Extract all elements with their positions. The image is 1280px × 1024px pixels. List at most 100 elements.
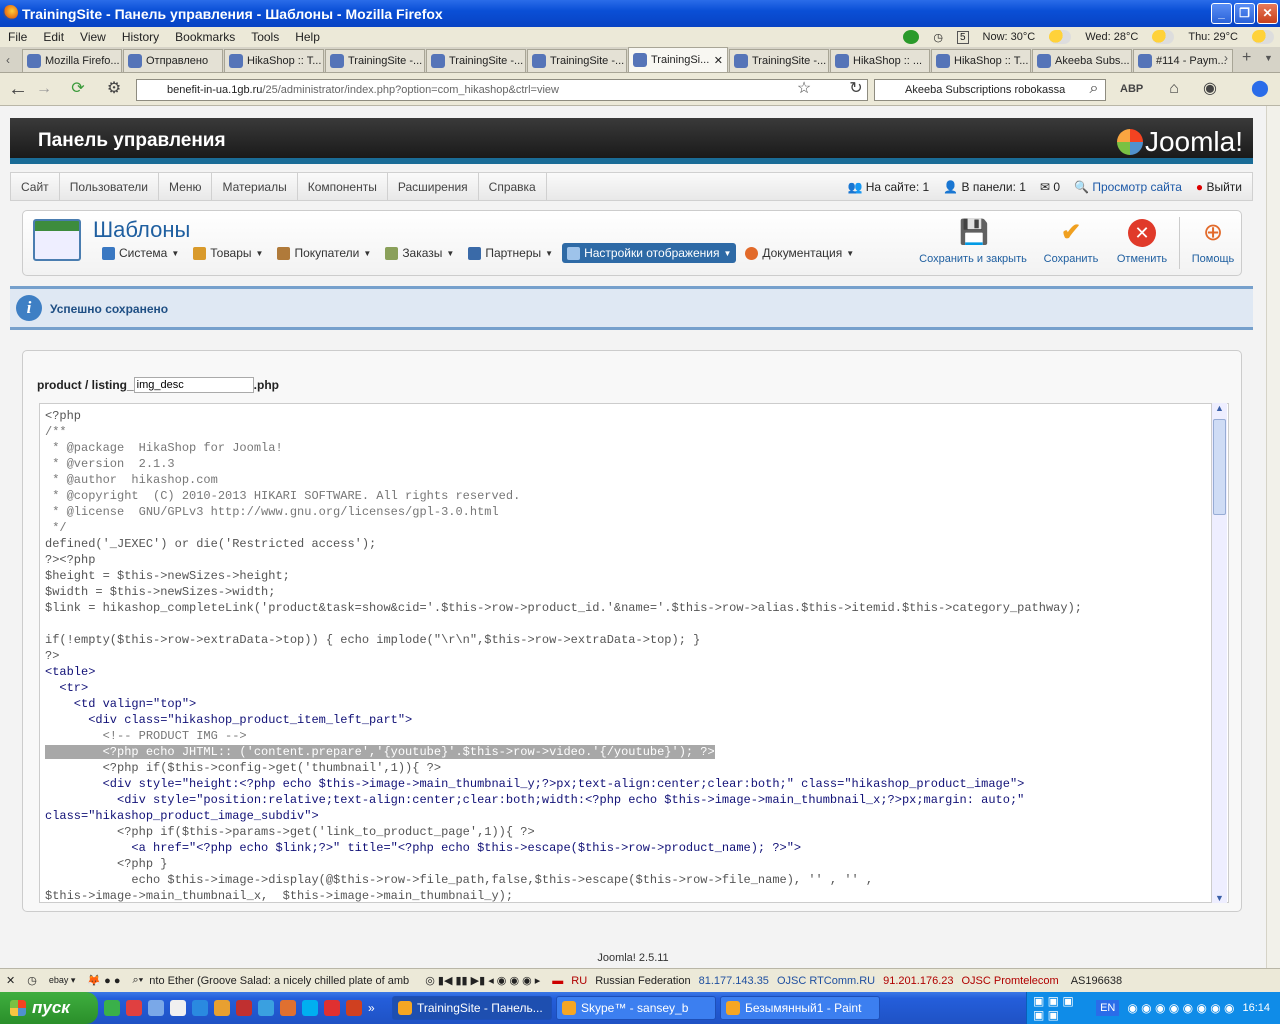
weather-widget[interactable]: ◷ 5 Now: 30°C Wed: 28°C Thu: 29°C [903,27,1274,47]
sun-cloud-icon [1252,30,1274,44]
file-name-input[interactable] [133,377,254,393]
clock-icon[interactable]: ◷ [21,974,43,987]
menu-components[interactable]: Компоненты [298,172,388,201]
maximize-button[interactable]: ❐ [1234,3,1255,24]
tray-icons[interactable]: ◉ ◉ ◉ ◉ ◉ ◉ ◉ ◉ [1127,1001,1234,1015]
minimize-button[interactable]: _ [1211,3,1232,24]
quicklaunch-icon[interactable] [324,1000,340,1016]
browser-tab[interactable]: Akeeba Subs... [1032,49,1132,72]
menu-view[interactable]: View [72,30,114,44]
addon-icons[interactable]: 🦊 ● ● [81,974,126,987]
logout-link[interactable]: ● Выйти [1196,180,1242,194]
search-addon-icon[interactable]: ⌕▾ [126,974,149,987]
language-indicator[interactable]: EN [1096,1000,1120,1016]
quicklaunch-more-icon[interactable]: » [368,1001,388,1015]
code-scrollbar[interactable]: ▲ ▼ [1211,403,1227,903]
browser-tab[interactable]: HikaShop :: T... [931,49,1031,72]
page-scrollbar[interactable] [1266,106,1280,968]
browser-tab[interactable]: TrainingSite -... [729,49,829,72]
browser-tab[interactable]: Mozilla Firefo... [22,49,122,72]
submenu-customers[interactable]: Покупатели ▼ [272,243,376,263]
ebay-icon[interactable]: ebay ▾ [43,975,82,986]
menu-users[interactable]: Пользователи [60,172,160,201]
messages-count[interactable]: ✉ 0 [1040,180,1060,194]
submenu-products[interactable]: Товары ▼ [188,243,268,263]
code-line: <div style="position:relative;text-align… [45,793,1025,807]
forward-icon[interactable]: → [34,80,54,100]
start-button[interactable]: пуск [0,992,98,1024]
addon-icon[interactable]: ⟳ [68,80,88,100]
close-tab-icon[interactable]: ✕ [714,54,727,67]
ip-1: 81.177.143.35 [698,974,769,987]
quicklaunch-icon[interactable] [192,1000,208,1016]
menu-tools[interactable]: Tools [243,30,287,44]
adblock-icon[interactable]: ABP [1120,80,1143,100]
quicklaunch-icon[interactable] [148,1000,164,1016]
quicklaunch-icon[interactable] [126,1000,142,1016]
menu-file[interactable]: File [0,30,35,44]
browser-tab[interactable]: #114 - Paym... [1133,49,1233,72]
close-addon-bar-icon[interactable]: ✕ [0,974,21,987]
quicklaunch-icon[interactable] [104,1000,120,1016]
menu-extensions[interactable]: Расширения [388,172,479,201]
view-site-link[interactable]: 🔍 Просмотр сайта [1074,180,1182,194]
tab-list-icon[interactable]: ▼ [1264,53,1273,63]
menu-site[interactable]: Сайт [11,172,60,201]
browser-tab[interactable]: TrainingSi... ✕ [628,47,728,72]
menu-edit[interactable]: Edit [35,30,72,44]
code-editor[interactable]: <?php /** * @package HikaShop for Joomla!… [39,403,1229,903]
menu-content[interactable]: Материалы [212,172,298,201]
scroll-up-icon[interactable]: ▲ [1215,403,1224,413]
submenu-system[interactable]: Система ▼ [97,243,184,263]
browser-tab[interactable]: Отправлено [123,49,223,72]
save-close-button[interactable]: 💾 Сохранить и закрыть [917,219,1029,265]
search-icon[interactable]: ⌕ [1084,80,1104,100]
sync-icon[interactable]: ⬤ [1250,80,1270,100]
scroll-down-icon[interactable]: ▼ [1215,893,1224,903]
back-icon[interactable]: ← [8,79,28,100]
task-firefox[interactable]: TrainingSite - Панель... [392,996,552,1020]
menu-help-joomla[interactable]: Справка [479,172,547,201]
browser-tab[interactable]: TrainingSite -... [426,49,526,72]
quicklaunch-icon[interactable] [302,1000,318,1016]
weather-now: Now: 30°C [982,31,1036,43]
tools-icon[interactable]: ⚙ [104,80,124,100]
code-scroll-thumb[interactable] [1213,419,1226,515]
browser-tab[interactable]: HikaShop :: ... [830,49,930,72]
submenu-display[interactable]: Настройки отображения ▼ [562,243,737,263]
quicklaunch-icon[interactable] [170,1000,186,1016]
reload-icon[interactable]: ↻ [846,80,866,100]
tabs-scroll-right-icon[interactable]: › [1224,51,1228,65]
close-window-button[interactable]: ✕ [1257,3,1278,24]
menu-help[interactable]: Help [287,30,328,44]
quicklaunch-icon[interactable] [258,1000,274,1016]
home-icon[interactable]: ⌂ [1164,80,1184,100]
save-button[interactable]: ✔ Сохранить [1041,219,1101,265]
privacy-icon[interactable]: ◉ [1200,80,1220,100]
player-controls[interactable]: ◎ ▮◀ ▮▮ ▶▮ ◂ ◉ ◉ ◉ ▸ [419,974,546,987]
browser-tab[interactable]: TrainingSite -... [527,49,627,72]
bookmark-star-icon[interactable]: ☆ [794,80,814,100]
task-paint[interactable]: Безымянный1 - Paint [720,996,880,1020]
menu-history[interactable]: History [114,30,167,44]
browser-tab[interactable]: HikaShop :: T... [224,49,324,72]
tabs-scroll-left-icon[interactable]: ‹ [6,53,10,67]
new-tab-icon[interactable]: + [1242,49,1251,67]
quicklaunch-icon[interactable] [214,1000,230,1016]
search-input[interactable]: Akeeba Subscriptions robokassa [874,79,1106,101]
weather-thu: Thu: 29°C [1188,31,1238,43]
address-bar[interactable]: benefit-in-ua.1gb.ru/25/administrator/in… [136,79,868,101]
browser-tab[interactable]: TrainingSite -... [325,49,425,72]
help-button[interactable]: ⊕ Помощь [1187,219,1239,265]
submenu-partners[interactable]: Партнеры ▼ [463,243,558,263]
submenu-documentation[interactable]: Документация ▼ [740,243,859,263]
tray-icons[interactable]: ▣ ▣ ▣ ▣ ▣ [1027,994,1088,1022]
quicklaunch-icon[interactable] [236,1000,252,1016]
cancel-button[interactable]: ✕ Отменить [1113,219,1171,265]
task-skype[interactable]: Skype™ - sansey_b [556,996,716,1020]
menu-bookmarks[interactable]: Bookmarks [167,30,243,44]
quicklaunch-icon[interactable] [346,1000,362,1016]
quicklaunch-icon[interactable] [280,1000,296,1016]
submenu-orders[interactable]: Заказы ▼ [380,243,459,263]
menu-menus[interactable]: Меню [159,172,213,201]
